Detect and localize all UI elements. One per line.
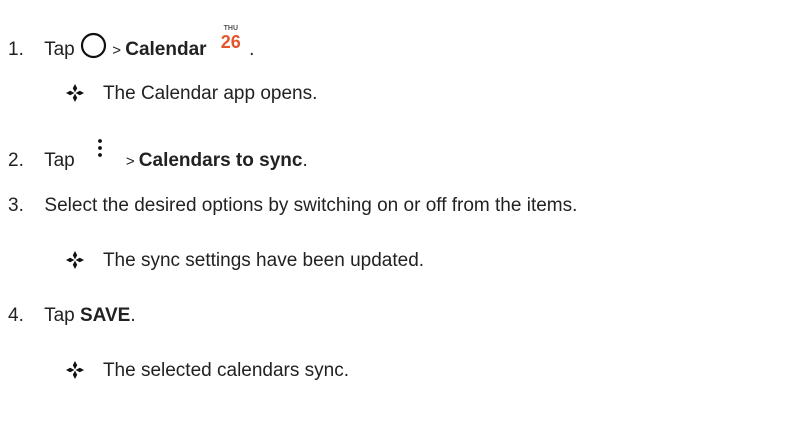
step-number: 2. [8,150,24,171]
diamond-bullet-icon [66,251,84,269]
step-2: 2. Tap > Calendars to sync. [8,137,308,174]
result-text: The selected calendars sync. [102,360,350,381]
step-verb: Tap [44,150,80,171]
step-number: 1. [8,39,24,60]
step-verb: Tap [44,39,80,60]
step-4: 4. Tap SAVE. [8,304,136,328]
step-1-result: The Calendar app opens. [66,82,317,106]
result-text: The Calendar app opens. [102,83,318,104]
step-target: SAVE [80,305,131,326]
calendar-icon-date: 26 [220,32,241,52]
separator: > [125,153,139,170]
home-circle-icon [80,32,107,59]
step-3: 3. Select the desired options by switchi… [8,194,577,218]
step-number: 3. [8,195,24,216]
separator: > [112,42,126,59]
step-1: 1. Tap > Calendar THU 26 . [8,25,254,63]
diamond-bullet-icon [66,84,84,102]
trailing-period: . [130,305,136,326]
step-verb: Tap [44,305,80,326]
result-text: The sync settings have been updated. [102,250,425,271]
step-target: Calendar [125,39,207,60]
calendar-app-icon: THU 26 [218,25,244,57]
step-number: 4. [8,305,24,326]
step-3-result: The sync settings have been updated. [66,249,424,273]
trailing-period: . [249,39,255,60]
more-options-icon [95,137,105,163]
trailing-period: . [302,150,308,171]
step-4-result: The selected calendars sync. [66,359,349,383]
diamond-bullet-icon [66,361,84,379]
step-text: Select the desired options by switching … [44,195,578,216]
step-target: Calendars to sync [138,150,303,171]
